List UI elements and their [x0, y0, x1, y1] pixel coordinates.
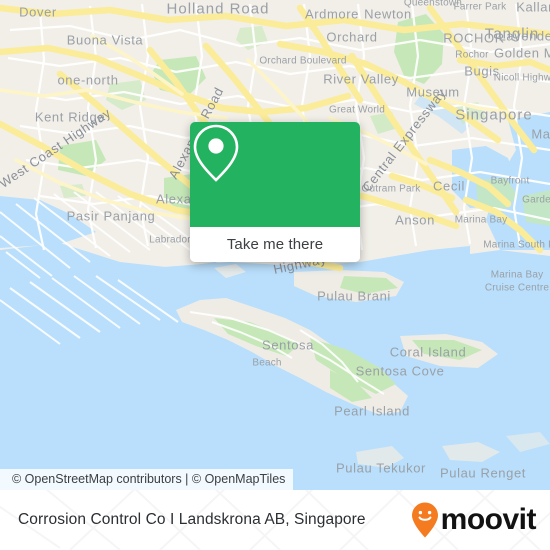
moovit-wordmark: moovit	[440, 503, 537, 536]
moovit-pin-icon	[411, 502, 438, 538]
page-title: Corrosion Control Co I Landskrona AB, Si…	[18, 511, 366, 528]
map-attribution[interactable]: © OpenStreetMap contributors | © OpenMap…	[0, 469, 294, 490]
take-me-there-label[interactable]: Take me there	[190, 227, 360, 262]
card-pin-area	[190, 122, 360, 227]
footer-bar: Corrosion Control Co I Landskrona AB, Si…	[0, 490, 550, 550]
map-canvas[interactable]: Dover Holland Road Ardmore Newton Farrer Par…	[0, 0, 550, 490]
take-me-there-card[interactable]: Take me there	[190, 122, 360, 262]
map-screenshot: Dover Holland Road Ardmore Newton Farrer Par…	[0, 0, 550, 550]
moovit-logo[interactable]: moovit	[410, 501, 537, 539]
map-pin-icon	[193, 124, 239, 182]
